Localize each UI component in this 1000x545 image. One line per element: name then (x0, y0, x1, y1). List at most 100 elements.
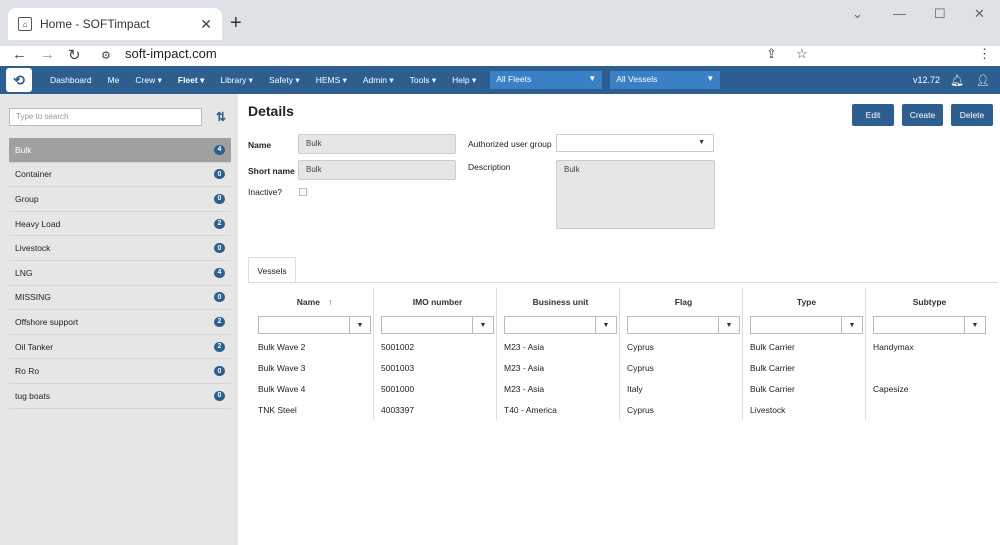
sidebar-item[interactable]: Oil Tanker 2 (9, 335, 231, 360)
count-badge: 2 (214, 341, 225, 352)
column-header-business-unit[interactable]: Business unit (499, 290, 622, 314)
count-badge: 0 (214, 193, 225, 204)
main-content: Details Edit Create Delete Name Bulk Sho… (238, 94, 1000, 545)
count-badge: 0 (214, 366, 225, 377)
sidebar-item[interactable]: Bulk 4 (9, 138, 231, 163)
auth-group-select[interactable]: ▼ (556, 134, 714, 152)
fleet-select[interactable]: All Fleets ▼ (490, 71, 603, 89)
user-icon[interactable]: 👤︎ (976, 74, 990, 87)
vessel-type-list: Bulk 4 Container 0 Group 0 Heavy Load 2 Livestoc… (9, 138, 231, 409)
sidebar-item[interactable]: Offshore support 2 (9, 310, 231, 335)
browser-menu-icon[interactable]: ⋮ (978, 46, 991, 62)
filter-input-subtype[interactable]: ▼ (873, 316, 986, 334)
sidebar-item[interactable]: MISSING 0 (9, 286, 231, 311)
minimize-icon[interactable]: — (893, 6, 906, 21)
column-header-flag[interactable]: Flag (622, 290, 745, 314)
column-header-subtype[interactable]: Subtype (868, 290, 991, 314)
sidebar-item-label: Heavy Load (15, 218, 61, 229)
table-cell-type: Livestock (750, 405, 786, 415)
browser-tab[interactable]: ⌂ Home - SOFTimpact ✕ (8, 8, 222, 40)
inactive-label: Inactive? (248, 187, 283, 197)
close-tab-icon[interactable]: ✕ (200, 16, 212, 33)
name-field[interactable]: Bulk (298, 134, 456, 154)
create-button[interactable]: Create (902, 104, 943, 126)
table-cell-imo: 5001003 (381, 363, 415, 373)
sidebar-item-label: Bulk (15, 144, 32, 155)
filter-input-name[interactable]: ▼ (258, 316, 371, 334)
tab-divider (248, 282, 998, 283)
sidebar-item[interactable]: Group 0 (9, 187, 231, 212)
nav-help[interactable]: Help ▾ (444, 75, 484, 86)
fleet-select-value: All Fleets (496, 74, 532, 84)
window-close-icon[interactable]: ✕ (974, 6, 985, 22)
filter-input-type[interactable]: ▼ (750, 316, 863, 334)
sidebar-item[interactable]: Ro Ro 0 (9, 359, 231, 384)
nav-safety[interactable]: Safety ▾ (261, 75, 308, 86)
table-cell-type: Bulk Carrier (750, 384, 795, 394)
nav-me[interactable]: Me (100, 75, 128, 85)
column-header-imo[interactable]: IMO number (376, 290, 499, 314)
chevron-down-icon: ▼ (706, 74, 715, 83)
filter-icon[interactable]: ▼ (841, 317, 862, 333)
app-logo-icon[interactable]: ⟲ (6, 68, 32, 92)
tab-vessels[interactable]: Vessels (248, 257, 296, 283)
url-field[interactable]: soft-impact.com (125, 46, 217, 61)
share-icon[interactable]: ⇪ (766, 46, 777, 62)
sidebar-item[interactable]: Container 0 (9, 163, 231, 188)
table-cell-business-unit: T40 - America (504, 405, 557, 415)
nav-admin[interactable]: Admin ▾ (355, 75, 402, 86)
address-bar: ← → ↻ ⚙ soft-impact.com ⇪ ☆ ⋮ (0, 46, 1000, 66)
reload-icon[interactable]: ↻ (68, 46, 81, 64)
sort-icon[interactable]: ⇅ (216, 110, 226, 124)
description-field[interactable]: Bulk (556, 160, 715, 229)
table-cell-name: Bulk Wave 3 (258, 363, 306, 373)
count-badge: 4 (214, 144, 225, 155)
column-header-label: Flag (674, 297, 693, 307)
table-cell-flag: Italy (627, 384, 643, 394)
search-input[interactable]: Type to search (9, 108, 202, 126)
nav-fleet[interactable]: Fleet ▾ (170, 75, 212, 86)
sidebar-item[interactable]: LNG 4 (9, 261, 231, 286)
filter-input-flag[interactable]: ▼ (627, 316, 740, 334)
delete-button[interactable]: Delete (951, 104, 993, 126)
inactive-checkbox[interactable] (299, 188, 307, 196)
nav-dashboard[interactable]: Dashboard (42, 75, 100, 85)
filter-input-business-unit[interactable]: ▼ (504, 316, 617, 334)
sidebar-item[interactable]: Heavy Load 2 (9, 212, 231, 237)
nav-crew[interactable]: Crew ▾ (127, 75, 169, 86)
filter-icon[interactable]: ▼ (964, 317, 985, 333)
column-header-type[interactable]: Type (745, 290, 868, 314)
sidebar-item-label: MISSING (15, 292, 51, 303)
sidebar: Type to search ⇅ Bulk 4 Container 0 Group 0 He… (0, 94, 238, 545)
chevron-down-icon: ▼ (588, 74, 597, 83)
sidebar-item[interactable]: Livestock 0 (9, 236, 231, 261)
back-icon[interactable]: ← (12, 46, 27, 63)
filter-icon[interactable]: ▼ (595, 317, 616, 333)
table-cell-business-unit: M23 - Asia (504, 363, 545, 373)
sidebar-item-label: Ro Ro (15, 366, 40, 377)
nav-library[interactable]: Library ▾ (212, 75, 261, 86)
new-tab-icon[interactable]: + (230, 12, 242, 35)
table-cell-name: TNK Steel (258, 405, 297, 415)
filter-input-imo[interactable]: ▼ (381, 316, 494, 334)
tab-search-icon[interactable]: ⌄ (852, 6, 863, 22)
bookmark-star-icon[interactable]: ☆ (796, 46, 808, 62)
filter-icon[interactable]: ▼ (472, 317, 493, 333)
maximize-icon[interactable]: ☐ (934, 6, 946, 22)
filter-icon[interactable]: ▼ (718, 317, 739, 333)
forward-icon[interactable]: → (40, 46, 55, 63)
bell-icon[interactable]: 🔔︎ (950, 74, 964, 87)
table-cell-flag: Cyprus (627, 363, 654, 373)
edit-button[interactable]: Edit (852, 104, 894, 126)
filter-icon[interactable]: ▼ (349, 317, 370, 333)
table-cell-business-unit: M23 - Asia (504, 384, 545, 394)
short-name-field[interactable]: Bulk (298, 160, 456, 180)
nav-tools[interactable]: Tools ▾ (402, 75, 444, 86)
vessel-select[interactable]: All Vessels ▼ (610, 71, 721, 89)
sidebar-item[interactable]: tug boats 0 (9, 384, 231, 409)
site-info-icon[interactable]: ⚙ (101, 49, 111, 62)
chevron-down-icon: ▼ (698, 139, 705, 146)
table-cell-imo: 5001002 (381, 342, 415, 352)
column-header-name[interactable]: Name ↑ (253, 290, 376, 314)
nav-hems[interactable]: HEMS ▾ (308, 75, 355, 86)
